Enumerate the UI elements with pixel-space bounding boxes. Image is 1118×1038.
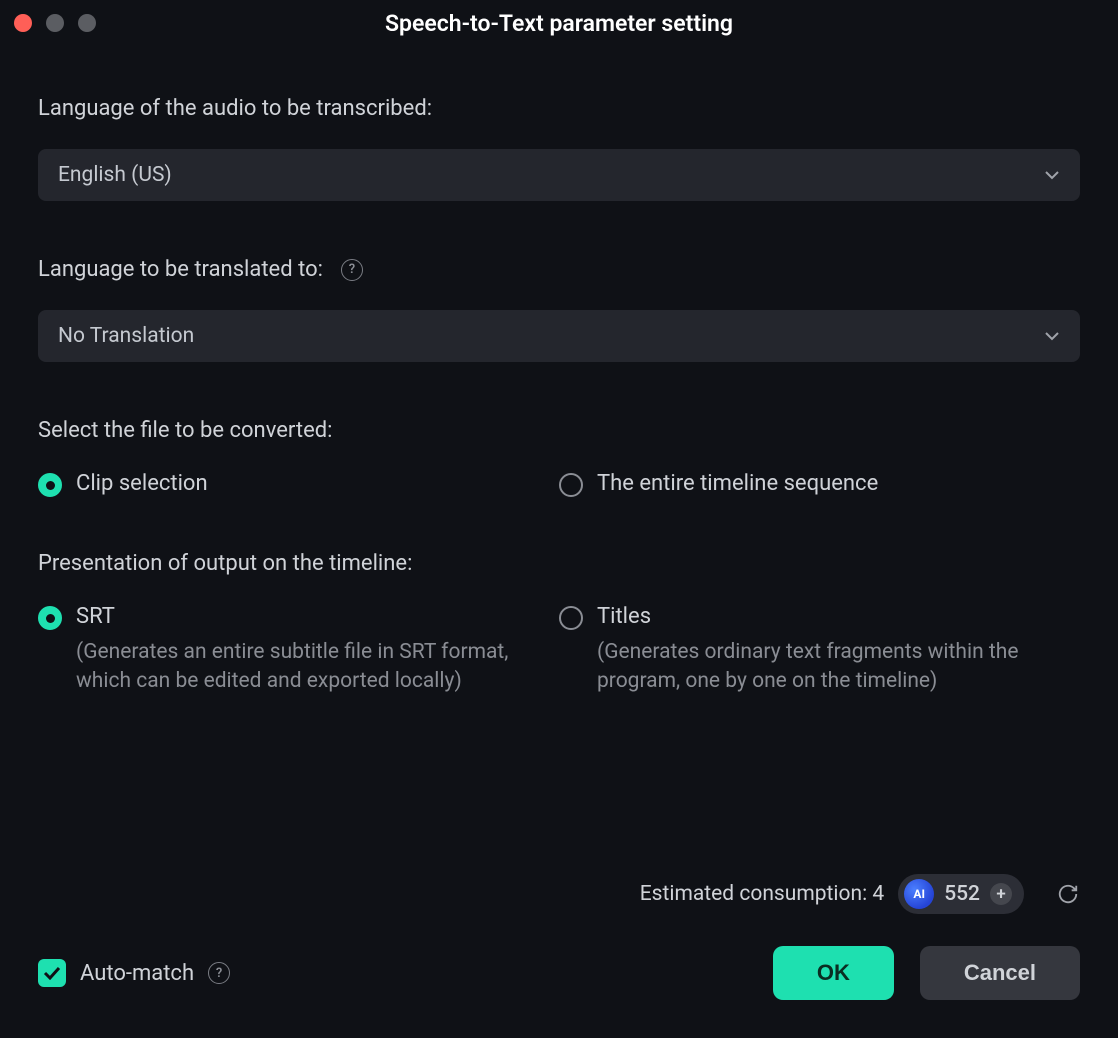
audio-language-label: Language of the audio to be transcribed:	[38, 96, 1080, 121]
translate-language-label: Language to be translated to: ?	[38, 257, 1080, 282]
consumption-row: Estimated consumption: 4 AI 552 +	[38, 874, 1080, 914]
radio-srt-label: SRT	[76, 604, 115, 629]
radio-timeline-label: The entire timeline sequence	[597, 471, 878, 496]
dialog-content: Language of the audio to be transcribed:…	[0, 46, 1118, 1038]
checkbox-icon	[38, 959, 66, 987]
plus-icon[interactable]: +	[990, 883, 1012, 905]
help-icon[interactable]: ?	[208, 962, 230, 984]
window-controls	[14, 14, 96, 32]
translate-label-text: Language to be translated to:	[38, 257, 323, 282]
radio-entire-timeline[interactable]: The entire timeline sequence	[559, 471, 1080, 497]
audio-language-select[interactable]: English (US)	[38, 149, 1080, 201]
action-row: Auto-match ? OK Cancel	[38, 946, 1080, 1000]
radio-clip-label: Clip selection	[76, 471, 208, 496]
ai-icon: AI	[904, 879, 934, 909]
ok-button[interactable]: OK	[773, 946, 894, 1000]
chevron-down-icon	[1044, 328, 1060, 344]
titles-description: (Generates ordinary text fragments withi…	[597, 638, 1037, 697]
minimize-window-button[interactable]	[46, 14, 64, 32]
srt-description: (Generates an entire subtitle file in SR…	[76, 638, 516, 697]
radio-icon	[559, 606, 583, 630]
dialog-window: Speech-to-Text parameter setting Languag…	[0, 0, 1118, 1038]
ai-credits-count: 552	[944, 882, 980, 906]
radio-srt[interactable]: SRT	[38, 604, 559, 630]
radio-icon	[38, 473, 62, 497]
chevron-down-icon	[1044, 167, 1060, 183]
ai-credits-badge[interactable]: AI 552 +	[898, 874, 1024, 914]
output-label: Presentation of output on the timeline:	[38, 551, 1080, 576]
translate-language-select[interactable]: No Translation	[38, 310, 1080, 362]
refresh-button[interactable]	[1056, 882, 1080, 906]
file-select-label: Select the file to be converted:	[38, 418, 1080, 443]
translate-language-value: No Translation	[58, 324, 194, 348]
radio-titles[interactable]: Titles	[559, 604, 1080, 630]
window-title: Speech-to-Text parameter setting	[0, 10, 1118, 37]
file-select-group: Clip selection The entire timeline seque…	[38, 471, 1080, 497]
cancel-button[interactable]: Cancel	[920, 946, 1080, 1000]
radio-clip-selection[interactable]: Clip selection	[38, 471, 559, 497]
titlebar: Speech-to-Text parameter setting	[0, 0, 1118, 46]
radio-titles-label: Titles	[597, 604, 651, 629]
radio-icon	[38, 606, 62, 630]
audio-language-value: English (US)	[58, 163, 172, 187]
automatch-label: Auto-match	[80, 961, 194, 986]
dialog-buttons: OK Cancel	[773, 946, 1080, 1000]
help-icon[interactable]: ?	[341, 259, 363, 281]
consumption-label: Estimated consumption: 4	[640, 882, 884, 906]
maximize-window-button[interactable]	[78, 14, 96, 32]
radio-icon	[559, 473, 583, 497]
close-window-button[interactable]	[14, 14, 32, 32]
output-group: SRT (Generates an entire subtitle file i…	[38, 604, 1080, 697]
dialog-footer: Estimated consumption: 4 AI 552 + Auto-m…	[38, 874, 1080, 1038]
automatch-checkbox[interactable]: Auto-match ?	[38, 959, 230, 987]
